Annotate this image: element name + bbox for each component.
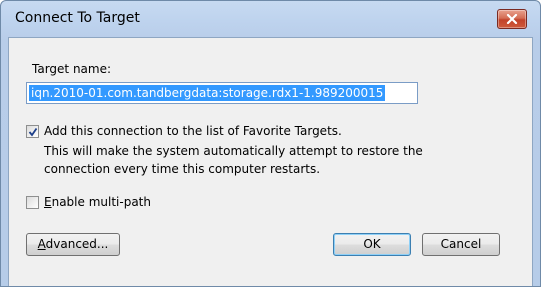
multipath-label[interactable]: Enable multi-path	[44, 195, 151, 209]
dialog-title: Connect To Target	[15, 10, 140, 26]
favorite-description-line1: This will make the system automatically …	[44, 144, 423, 158]
favorite-description-line2: connection every time this computer rest…	[44, 162, 321, 176]
connect-to-target-dialog: Connect To Target Target name: iqn.2010-…	[0, 0, 541, 287]
ok-label: OK	[363, 237, 381, 251]
advanced-accelerator: A	[37, 237, 46, 251]
advanced-button[interactable]: Advanced...	[26, 233, 120, 256]
favorite-targets-checkbox[interactable]	[26, 125, 39, 138]
target-name-input[interactable]: iqn.2010-01.com.tandbergdata:storage.rdx…	[26, 82, 418, 104]
multipath-checkbox[interactable]	[26, 196, 39, 209]
dialog-body: Target name: iqn.2010-01.com.tandbergdat…	[8, 37, 533, 286]
ok-button[interactable]: OK	[333, 233, 411, 256]
multipath-accelerator: E	[44, 195, 52, 209]
close-button[interactable]	[497, 9, 527, 29]
title-bar[interactable]: Connect To Target	[1, 1, 540, 37]
multipath-label-text: nable multi-path	[51, 195, 151, 209]
favorite-targets-label[interactable]: Add this connection to the list of Favor…	[44, 124, 342, 138]
cancel-label: Cancel	[440, 237, 482, 251]
target-name-label: Target name:	[32, 62, 112, 76]
target-name-value: iqn.2010-01.com.tandbergdata:storage.rdx…	[29, 85, 386, 101]
advanced-label: dvanced...	[45, 237, 109, 251]
cancel-button[interactable]: Cancel	[422, 233, 500, 256]
